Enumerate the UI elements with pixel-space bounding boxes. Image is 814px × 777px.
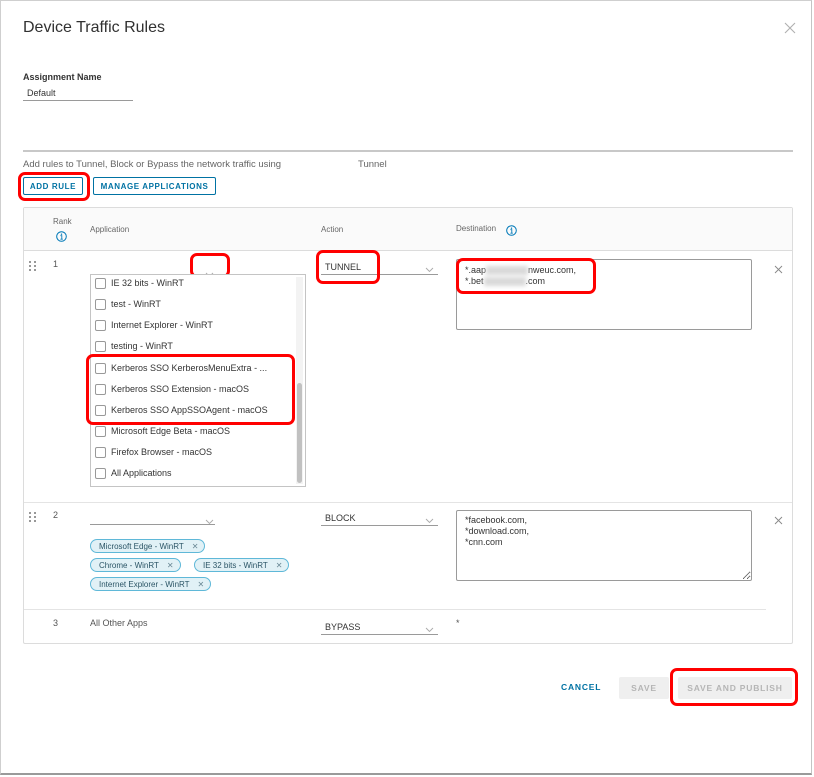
application-option[interactable]: Kerberos SSO KerberosMenuExtra - ... (95, 360, 267, 376)
checkbox[interactable] (95, 298, 106, 310)
app-chip: Internet Explorer - WinRT ✕ (90, 577, 212, 591)
chevron-down-icon (205, 517, 214, 525)
option-label: Internet Explorer - WinRT (111, 320, 213, 330)
application-option[interactable]: test - WinRT (95, 296, 161, 312)
option-label: Kerberos SSO Extension - macOS (111, 384, 250, 394)
checkbox[interactable] (95, 319, 106, 331)
chip-label: IE 32 bits - WinRT (203, 560, 268, 570)
application-dropdown-chevron-icon[interactable] (205, 265, 214, 278)
redacted-text (483, 277, 526, 287)
option-label: Kerberos SSO KerberosMenuExtra - ... (111, 363, 268, 373)
application-select[interactable] (90, 509, 215, 525)
application-option[interactable]: IE 32 bits - WinRT (95, 275, 184, 291)
destination-textarea[interactable]: *facebook.com, *download.com, *cnn.com (456, 510, 752, 581)
option-label: test - WinRT (111, 299, 161, 309)
application-option[interactable]: Microsoft Edge Beta - macOS (95, 423, 230, 439)
remove-rule-icon[interactable] (774, 512, 783, 525)
close-icon[interactable] (783, 21, 797, 35)
option-label: All Applications (111, 468, 172, 478)
instructions-text: Add rules to Tunnel, Block or Bypass the… (23, 159, 282, 170)
table-header: Rank Application Action Destination (24, 208, 792, 251)
drag-handle-icon[interactable] (28, 259, 38, 271)
application-option[interactable]: All Applications (95, 465, 172, 481)
chip-label: Internet Explorer - WinRT (99, 579, 190, 589)
header-rank: Rank (53, 217, 72, 226)
application-value: All Other Apps (90, 618, 148, 628)
chip-remove-icon[interactable]: ✕ (276, 561, 283, 570)
chip-label: Microsoft Edge - WinRT (99, 541, 184, 551)
destination-info-icon[interactable] (506, 223, 517, 236)
action-select[interactable]: BLOCK (321, 510, 438, 526)
rank-value: 2 (53, 510, 59, 520)
checkbox[interactable] (95, 277, 106, 289)
header-action: Action (321, 225, 344, 234)
application-option[interactable]: Kerberos SSO Extension - macOS (95, 381, 249, 397)
scrollbar-thumb[interactable] (297, 383, 302, 483)
checkbox[interactable] (95, 467, 106, 479)
save-button[interactable]: SAVE (619, 677, 669, 699)
header-application: Application (90, 225, 130, 234)
checkbox[interactable] (95, 425, 106, 437)
app-chip: IE 32 bits - WinRT ✕ (194, 558, 290, 572)
action-value: BLOCK (325, 513, 356, 523)
remove-rule-icon[interactable] (774, 261, 783, 274)
destination-line: *.aap nweuc.com, (465, 265, 577, 276)
rank-info-icon[interactable] (56, 229, 67, 242)
rank-value: 3 (53, 618, 59, 628)
rank-value: 1 (53, 259, 59, 269)
action-select[interactable]: BYPASS (321, 619, 438, 635)
chip-label: Chrome - WinRT (99, 560, 159, 570)
checkbox[interactable] (95, 446, 106, 458)
redacted-text (486, 266, 529, 276)
option-label: Kerberos SSO AppSSOAgent - macOS (111, 405, 268, 415)
option-label: testing - WinRT (111, 341, 173, 351)
chevron-down-icon (425, 516, 434, 524)
checkbox[interactable] (95, 404, 106, 416)
option-label: Firefox Browser - macOS (111, 447, 213, 457)
action-select[interactable]: TUNNEL (321, 259, 438, 275)
chip-remove-icon[interactable]: ✕ (192, 542, 199, 551)
header-destination: Destination (456, 224, 497, 233)
application-options-list[interactable]: IE 32 bits - WinRT test - WinRT Internet… (90, 274, 306, 487)
action-value: BYPASS (325, 622, 361, 632)
row-divider (24, 609, 766, 610)
chevron-down-icon (425, 265, 434, 273)
dialog-title: Device Traffic Rules (23, 19, 165, 36)
row-divider (24, 502, 792, 503)
add-rule-button[interactable]: ADD RULE (23, 177, 83, 195)
cancel-button[interactable]: CANCEL (561, 682, 601, 692)
application-option[interactable]: testing - WinRT (95, 338, 173, 354)
manage-applications-button[interactable]: MANAGE APPLICATIONS (93, 177, 216, 195)
default-action-value: Tunnel (358, 159, 387, 170)
save-and-publish-button[interactable]: SAVE AND PUBLISH (678, 677, 792, 699)
application-option[interactable]: Firefox Browser - macOS (95, 444, 212, 460)
chip-remove-icon[interactable]: ✕ (198, 580, 205, 589)
rules-table: Rank Application Action Destination 1 IE… (23, 207, 793, 644)
destination-value: * (456, 618, 460, 628)
action-value: TUNNEL (325, 262, 362, 272)
checkbox[interactable] (95, 362, 106, 374)
application-option[interactable]: Internet Explorer - WinRT (95, 317, 213, 333)
option-label: IE 32 bits - WinRT (111, 278, 184, 288)
destination-textarea[interactable]: *.aap nweuc.com, *.bet .com (456, 259, 752, 330)
device-traffic-rules-dialog: Device Traffic Rules Assignment Name Add… (0, 0, 812, 775)
destination-line: *.bet .com (465, 276, 546, 287)
chip-remove-icon[interactable]: ✕ (167, 561, 174, 570)
divider (23, 150, 793, 152)
checkbox[interactable] (95, 383, 106, 395)
app-chip: Microsoft Edge - WinRT ✕ (90, 539, 206, 553)
chevron-down-icon (425, 625, 434, 633)
application-option[interactable]: Kerberos SSO AppSSOAgent - macOS (95, 402, 268, 418)
assignment-name-label: Assignment Name (23, 72, 102, 82)
checkbox[interactable] (95, 340, 106, 352)
app-chip: Chrome - WinRT ✕ (90, 558, 181, 572)
option-label: Microsoft Edge Beta - macOS (111, 426, 231, 436)
assignment-name-input[interactable] (23, 85, 133, 101)
drag-handle-icon[interactable] (28, 510, 38, 522)
